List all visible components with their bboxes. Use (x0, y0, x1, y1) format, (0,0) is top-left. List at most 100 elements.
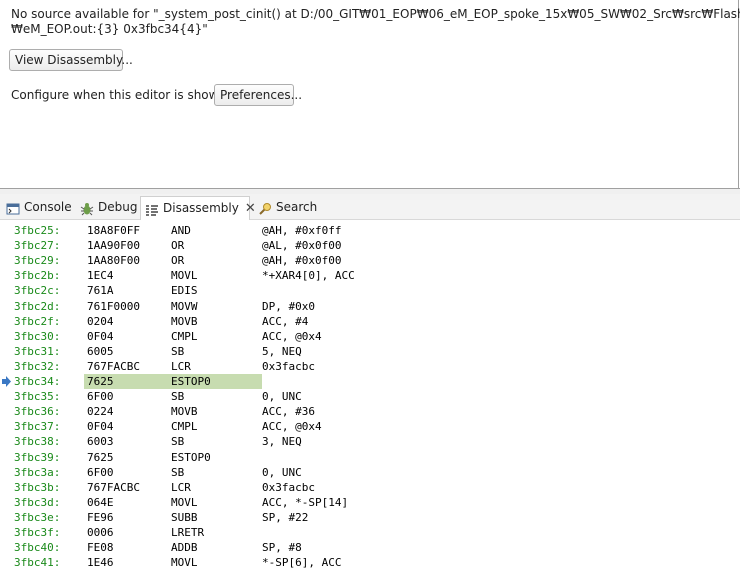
disassembly-row[interactable]: 3fbc3f: 0006 LRETR (0, 525, 740, 540)
tab-debug-label: Debug (98, 200, 138, 214)
disassembly-row[interactable]: 3fbc37: 0F04 CMPL ACC, @0x4 (0, 419, 740, 434)
tab-search[interactable]: Search (258, 196, 317, 218)
view-disassembly-button[interactable]: View Disassembly... (9, 49, 133, 71)
tab-console-label: Console (24, 200, 72, 214)
row-opcode: 0F04 (87, 329, 114, 343)
row-mnemonic: SB (171, 344, 185, 358)
disassembly-row[interactable]: 3fbc30: 0F04 CMPL ACC, @0x4 (0, 329, 740, 344)
row-operands: @AH, #0x0f00 (262, 254, 342, 268)
row-opcode: 6F00 (87, 390, 114, 404)
row-opcode: 1AA80F00 (87, 254, 140, 268)
row-operands: *+XAR4[0], ACC (262, 269, 355, 283)
row-mnemonic: SB (171, 390, 185, 404)
row-address: 3fbc2f: (14, 314, 61, 328)
disassembly-row[interactable]: 3fbc29: 1AA80F00 OR @AH, #0x0f00 (0, 253, 740, 268)
row-opcode: 064E (87, 495, 114, 509)
disassembly-row[interactable]: 3fbc2b: 1EC4 MOVL *+XAR4[0], ACC (0, 268, 740, 283)
row-operands: DP, #0x0 (262, 299, 315, 313)
debug-icon (80, 201, 94, 215)
row-mnemonic: AND (171, 224, 191, 237)
row-opcode: 6005 (87, 344, 114, 358)
row-address: 3fbc35: (14, 390, 61, 404)
disassembly-row[interactable]: 3fbc3e: FE96 SUBB SP, #22 (0, 510, 740, 525)
row-operands: 3, NEQ (262, 435, 302, 449)
disassembly-row[interactable]: 3fbc36: 0224 MOVB ACC, #36 (0, 404, 740, 419)
row-opcode: 767FACBC (87, 480, 140, 494)
disassembly-row[interactable]: 3fbc2f: 0204 MOVB ACC, #4 (0, 314, 740, 329)
row-mnemonic: MOVB (171, 314, 198, 328)
row-mnemonic: MOVB (171, 405, 198, 419)
row-address: 3fbc3b: (14, 480, 61, 494)
disassembly-row[interactable]: 3fbc40: FE08 ADDB SP, #8 (0, 540, 740, 555)
row-operands: 0, UNC (262, 390, 302, 404)
row-address: 3fbc31: (14, 344, 61, 358)
row-opcode: FE08 (87, 541, 114, 555)
row-mnemonic: EDIS (171, 284, 198, 298)
row-operands: 0x3facbc (262, 480, 315, 494)
row-mnemonic: MOVL (171, 495, 198, 509)
disassembly-row[interactable]: 3fbc27: 1AA90F00 OR @AL, #0x0f00 (0, 238, 740, 253)
disassembly-row[interactable]: 3fbc32: 767FACBC LCR 0x3facbc (0, 359, 740, 374)
tab-disassembly[interactable]: Disassembly ✕ (140, 196, 256, 220)
row-address: 3fbc3a: (14, 465, 61, 479)
row-address: 3fbc3e: (14, 510, 61, 524)
row-opcode: 0224 (87, 405, 114, 419)
disassembly-row[interactable]: 3fbc3b: 767FACBC LCR 0x3facbc (0, 480, 740, 495)
row-address: 3fbc39: (14, 450, 61, 464)
preferences-button[interactable]: Preferences... (214, 84, 302, 106)
tab-console[interactable]: Console (6, 196, 72, 218)
disassembly-row[interactable]: 3fbc25: 18A8F0FF AND @AH, #0xf0ff (0, 223, 740, 238)
tab-search-label: Search (276, 200, 318, 214)
row-operands: SP, #22 (262, 510, 309, 524)
row-address: 3fbc37: (14, 420, 61, 434)
row-mnemonic: SB (171, 435, 185, 449)
row-operands: ACC, @0x4 (262, 420, 322, 434)
editor-area: No source available for "_system_post_ci… (0, 0, 740, 188)
tab-disassembly-label: Disassembly (163, 201, 239, 215)
row-mnemonic: LRETR (171, 526, 205, 539)
row-operands: @AL, #0x0f00 (262, 239, 342, 253)
row-mnemonic: OR (171, 254, 185, 268)
row-mnemonic: ADDB (171, 541, 198, 555)
row-opcode: 761A (87, 284, 114, 298)
row-mnemonic: ESTOP0 (171, 375, 211, 388)
row-mnemonic: SB (171, 465, 185, 479)
row-mnemonic: MOVW (171, 299, 198, 313)
disassembly-row[interactable]: 3fbc3a: 6F00 SB 0, UNC (0, 465, 740, 480)
disassembly-row[interactable]: 3fbc35: 6F00 SB 0, UNC (0, 389, 740, 404)
row-mnemonic: SUBB (171, 510, 198, 524)
row-operands: ACC, #36 (262, 405, 315, 419)
row-operands: ACC, @0x4 (262, 329, 322, 343)
configure-label: Configure when this editor is shown (11, 88, 227, 102)
row-address: 3fbc25: (14, 224, 61, 237)
row-opcode: 0204 (87, 314, 114, 328)
disassembly-row[interactable]: 3fbc3d: 064E MOVL ACC, *-SP[14] (0, 495, 740, 510)
row-address: 3fbc29: (14, 254, 61, 268)
row-mnemonic: LCR (171, 359, 191, 373)
row-opcode: 1AA90F00 (87, 239, 140, 253)
row-opcode: 767FACBC (87, 359, 140, 373)
disassembly-row[interactable]: 3fbc2d: 761F0000 MOVW DP, #0x0 (0, 299, 740, 314)
disassembly-listing[interactable]: 3fbc25: 18A8F0FF AND @AH, #0xf0ff 3fbc27: 1AA… (0, 221, 740, 569)
disassembly-row[interactable]: 3fbc39: 7625 ESTOP0 (0, 450, 740, 465)
console-icon (6, 201, 20, 215)
row-address: 3fbc27: (14, 239, 61, 253)
disassembly-row[interactable]: 3fbc38: 6003 SB 3, NEQ (0, 434, 740, 449)
row-opcode: 7625 (87, 450, 114, 464)
row-opcode: 7625 (87, 375, 114, 388)
current-instruction-row[interactable]: 3fbc34: 7625 ESTOP0 (0, 374, 740, 389)
row-address: 3fbc32: (14, 359, 61, 373)
disassembly-row[interactable]: 3fbc2c: 761A EDIS (0, 283, 740, 298)
row-mnemonic: MOVL (171, 269, 198, 283)
row-operands: @AH, #0xf0ff (262, 224, 342, 237)
row-operands: ACC, #4 (262, 314, 309, 328)
row-opcode: 6003 (87, 435, 114, 449)
row-mnemonic: CMPL (171, 420, 198, 434)
row-opcode: 0006 (87, 526, 114, 539)
row-address: 3fbc34: (14, 375, 61, 388)
disassembly-row[interactable]: 3fbc31: 6005 SB 5, NEQ (0, 344, 740, 359)
tab-debug[interactable]: Debug (80, 196, 137, 218)
row-mnemonic: CMPL (171, 329, 198, 343)
row-mnemonic: ESTOP0 (171, 450, 211, 464)
close-icon[interactable]: ✕ (245, 198, 256, 220)
